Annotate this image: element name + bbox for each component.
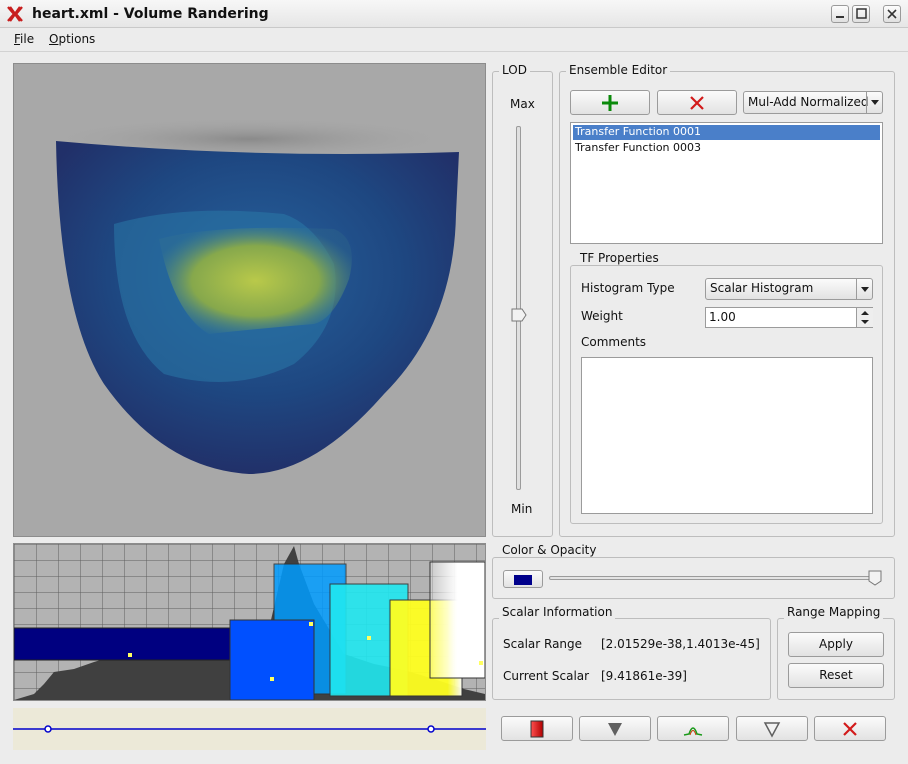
comments-textarea[interactable] — [581, 357, 873, 514]
reset-button[interactable]: Reset — [788, 663, 884, 688]
current-scalar-value: [9.41861e-39] — [601, 669, 687, 683]
color-swatch-icon — [514, 575, 532, 585]
heart-volume-render — [39, 117, 459, 474]
lod-group — [492, 71, 553, 537]
scalar-range-value: [2.01529e-38,1.4013e-45] — [601, 637, 760, 651]
histogram-type-value: Scalar Histogram — [710, 281, 814, 295]
spin-arrows-icon — [861, 311, 869, 324]
opacity-slider-track[interactable] — [549, 576, 881, 580]
chevron-down-icon — [871, 100, 879, 105]
app-x-icon — [7, 6, 23, 22]
tf-properties-title: TF Properties — [577, 251, 662, 265]
color-map-icon — [530, 720, 544, 738]
gaussian-icon — [683, 727, 703, 736]
menu-bar — [0, 28, 908, 52]
ensemble-mode-dropdown[interactable] — [866, 92, 883, 113]
weight-spinbox[interactable]: 1.00 — [705, 307, 873, 328]
tf-list-item[interactable]: Transfer Function 0003 — [575, 141, 701, 154]
opacity-curve — [13, 725, 486, 733]
remove-tf-button[interactable] — [657, 90, 737, 115]
menu-file[interactable]: File — [14, 32, 34, 46]
color-swatch-button[interactable] — [503, 570, 543, 588]
triangle-down-icon — [608, 723, 622, 736]
close-icon — [843, 722, 857, 736]
scalar-range-label: Scalar Range — [503, 637, 583, 651]
scalar-information-title: Scalar Information — [499, 605, 616, 619]
volume-render-view[interactable] — [13, 63, 486, 537]
ensemble-mode-value: Mul-Add Normalized — [748, 95, 869, 109]
close-icon — [690, 96, 704, 110]
add-gaussian-button[interactable] — [657, 716, 729, 741]
apply-button[interactable]: Apply — [788, 632, 884, 657]
range-mapping-title: Range Mapping — [784, 605, 884, 619]
minimize-button[interactable] — [831, 5, 849, 23]
maximize-icon — [856, 8, 867, 19]
opacity-slider-handle[interactable] — [868, 570, 882, 586]
histogram-type-label: Histogram Type — [581, 281, 675, 295]
window-title: heart.xml - Volume Randering — [32, 6, 269, 22]
transfer-function-editor[interactable] — [13, 543, 486, 701]
tf-list[interactable]: Transfer Function 0001 Transfer Function… — [570, 122, 883, 244]
histogram-type-select[interactable]: Scalar Histogram — [705, 278, 873, 300]
lod-min-label: Min — [511, 502, 533, 516]
minimize-icon — [836, 16, 844, 18]
menu-options[interactable]: Options — [49, 32, 95, 46]
add-inverted-triangle-button[interactable] — [736, 716, 808, 741]
color-opacity-title: Color & Opacity — [499, 543, 600, 557]
maximize-button[interactable] — [852, 5, 870, 23]
plus-icon — [602, 95, 618, 111]
comments-label: Comments — [581, 335, 647, 349]
add-tf-button[interactable] — [570, 90, 650, 115]
delete-widget-button[interactable] — [814, 716, 886, 741]
ensemble-mode-select[interactable]: Mul-Add Normalized — [743, 91, 883, 114]
lod-title: LOD — [499, 63, 530, 77]
ensemble-editor-title: Ensemble Editor — [566, 63, 671, 77]
close-window-icon — [887, 9, 897, 19]
histogram-type-dropdown[interactable] — [856, 279, 873, 299]
close-window-button[interactable] — [883, 5, 901, 23]
chevron-down-icon — [861, 287, 869, 292]
tf-list-item-selected[interactable]: Transfer Function 0001 — [573, 125, 880, 140]
lod-max-label: Max — [510, 97, 535, 111]
add-triangle-button[interactable] — [579, 716, 651, 741]
current-scalar-label: Current Scalar — [503, 669, 590, 683]
color-map-button[interactable] — [501, 716, 573, 741]
histogram-canvas — [13, 544, 486, 701]
weight-stepper[interactable] — [856, 308, 873, 327]
weight-label: Weight — [581, 309, 623, 323]
lod-slider-handle[interactable] — [511, 308, 527, 322]
opacity-curve-strip[interactable] — [13, 708, 486, 750]
triangle-down-icon — [763, 722, 781, 738]
weight-value: 1.00 — [709, 310, 736, 324]
scalar-information-group — [492, 618, 771, 700]
